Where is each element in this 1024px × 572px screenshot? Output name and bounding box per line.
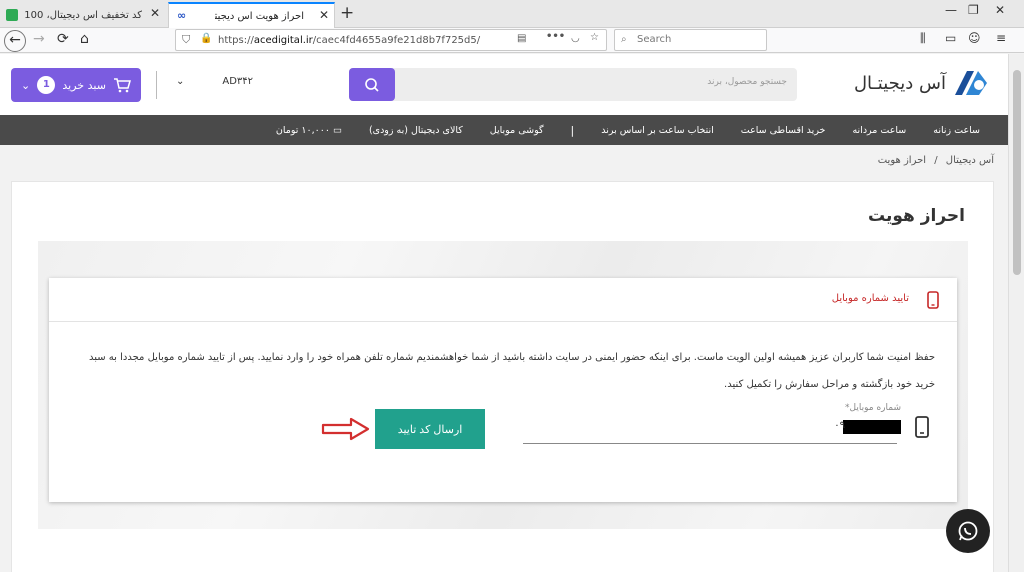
- cart-count-badge: 1: [37, 76, 56, 94]
- account-icon[interactable]: ☺: [968, 31, 981, 45]
- breadcrumb-current: احراز هویت: [877, 155, 927, 166]
- menu-icon[interactable]: ≡: [996, 31, 1006, 45]
- menu-item-digital[interactable]: کالای دیجیتال (به زودی): [369, 125, 463, 136]
- scrollbar-thumb[interactable]: [1013, 70, 1021, 275]
- verify-heading: تایید شماره موبایل: [831, 293, 909, 304]
- whatsapp-icon: [958, 521, 978, 541]
- forward-button[interactable]: →: [33, 31, 45, 47]
- wallet-icon: ▭: [329, 124, 342, 136]
- browser-tab-discount[interactable]: ✕ کد تخفیف آس دیجیتال، 100 هزار تو: [0, 2, 166, 28]
- arrow-right-icon: [321, 417, 370, 441]
- account-menu[interactable]: ⌄ AD۳۴۲: [176, 76, 253, 87]
- tab-title: کد تخفیف آس دیجیتال، 100 هزار تو: [24, 9, 142, 21]
- whatsapp-button[interactable]: [946, 509, 990, 553]
- mobile-field-label: شماره موبایل*: [845, 403, 901, 413]
- phone-input-icon: [915, 416, 929, 438]
- url-bar[interactable]: ⛉ 🔒 https://acedigital.ir/caec4fd4655a9f…: [175, 29, 607, 51]
- browser-navbar: ← → ⟳ ⌂ ⛉ 🔒 https://acedigital.ir/caec4f…: [0, 28, 1024, 53]
- library-icon[interactable]: ⫼: [920, 31, 926, 46]
- new-tab-button[interactable]: +: [340, 3, 354, 23]
- breadcrumb: آس دیجیتال / احراز هویت: [878, 155, 994, 166]
- url-text: https://acedigital.ir/caec4fd4655a9fe21d…: [218, 34, 481, 46]
- verify-panel-header: تایید شماره موبایل: [49, 278, 957, 322]
- menu-separator: |: [570, 123, 575, 137]
- cart-label: سبد خرید: [62, 78, 106, 92]
- lock-icon[interactable]: 🔒: [200, 33, 212, 44]
- wallet-balance[interactable]: ▭ ۱۰,۰۰۰ تومان: [276, 125, 342, 136]
- browser-search-input[interactable]: ⌕ Search: [614, 29, 767, 51]
- browser-tab-verify[interactable]: ✕ احراز هویت آس دیجیتال ∞: [168, 2, 335, 28]
- search-button[interactable]: [349, 68, 395, 101]
- back-button[interactable]: ←: [4, 30, 26, 52]
- restore-icon[interactable]: ❐: [968, 3, 979, 17]
- mobile-number-input[interactable]: ۰۹: [523, 416, 901, 444]
- verify-panel: تایید شماره موبایل حفظ امنیت شما کاربران…: [49, 278, 957, 502]
- menu-item-mobile[interactable]: گوشی موبایل: [490, 125, 544, 136]
- search-placeholder: Search: [637, 34, 672, 45]
- tab-title: احراز هویت آس دیجیتال: [215, 10, 304, 22]
- more-actions-icon[interactable]: •••: [546, 31, 565, 42]
- page-title: احراز هویت: [867, 206, 965, 226]
- logo-text: آس دیجیتـال: [853, 72, 946, 94]
- search-icon: [365, 77, 379, 92]
- menu-item-installment[interactable]: خرید اقساطی ساعت: [741, 125, 826, 136]
- minimize-icon[interactable]: —: [945, 3, 957, 17]
- pocket-icon[interactable]: ◡: [571, 33, 580, 44]
- breadcrumb-separator: /: [934, 155, 938, 166]
- page-scrollbar[interactable]: [1008, 54, 1024, 572]
- close-window-icon[interactable]: ✕: [995, 3, 1005, 17]
- chevron-down-icon: ⌄: [21, 78, 31, 92]
- mail-favicon-icon: [6, 9, 18, 21]
- cart-icon: [114, 78, 131, 93]
- browser-tabbar: ✕ کد تخفیف آس دیجیتال، 100 هزار تو ✕ احر…: [0, 0, 1024, 28]
- menu-item-men-watch[interactable]: ساعت مردانه: [852, 125, 906, 136]
- close-tab-icon[interactable]: ✕: [319, 8, 329, 22]
- mobile-phone-icon: [927, 291, 939, 309]
- site-logo[interactable]: آس دیجیتـال: [854, 68, 990, 98]
- site-favicon-icon: ∞: [177, 9, 187, 22]
- menu-item-brand[interactable]: انتخاب ساعت بر اساس برند: [601, 125, 714, 136]
- send-code-button[interactable]: ارسال کد تایید: [375, 409, 485, 449]
- search-icon: ⌕: [621, 34, 627, 45]
- shield-icon[interactable]: ⛉: [182, 33, 190, 47]
- main-menu: ساعت زنانه ساعت مردانه خرید اقساطی ساعت …: [0, 115, 1008, 145]
- chevron-down-icon: ⌄: [176, 76, 185, 87]
- sidebar-icon[interactable]: ▭: [945, 31, 956, 45]
- account-label: AD۳۴۲: [222, 76, 254, 87]
- home-button[interactable]: ⌂: [80, 31, 89, 47]
- content-card: احراز هویت تایید شماره موبایل حفظ امنیت …: [11, 181, 994, 572]
- redacted-number: [843, 420, 901, 434]
- menu-item-women-watch[interactable]: ساعت زنانه: [933, 125, 980, 136]
- header-divider: [156, 71, 157, 99]
- wallet-amount: ۱۰,۰۰۰ تومان: [275, 124, 330, 136]
- logo-mark-icon: [955, 71, 987, 95]
- bookmark-star-icon[interactable]: ☆: [590, 32, 599, 43]
- web-page: آس دیجیتـال جستجو محصول، برند ⌄ AD۳۴۲ سب…: [0, 54, 1008, 572]
- cart-button[interactable]: سبد خرید 1 ⌄: [11, 68, 141, 102]
- mobile-prefix: ۰۹: [834, 420, 845, 431]
- breadcrumb-home[interactable]: آس دیجیتال: [946, 155, 994, 166]
- search-placeholder: جستجو محصول، برند: [707, 77, 787, 87]
- close-tab-icon[interactable]: ✕: [150, 6, 160, 20]
- verify-description: حفظ امنیت شما کاربران عزیز همیشه اولین ا…: [88, 352, 935, 390]
- reload-button[interactable]: ⟳: [57, 31, 69, 47]
- site-header: آس دیجیتـال جستجو محصول، برند ⌄ AD۳۴۲ سب…: [0, 54, 1008, 115]
- reader-view-icon[interactable]: ▤: [517, 33, 526, 44]
- site-search-input[interactable]: جستجو محصول، برند: [349, 68, 797, 101]
